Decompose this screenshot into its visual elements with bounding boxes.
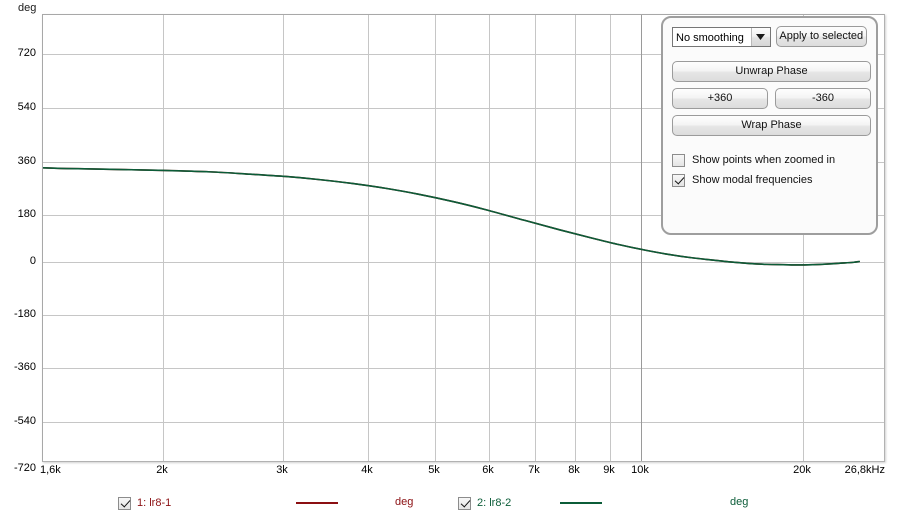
legend: 1: lr8-1 deg 2: lr8-2 deg <box>0 492 900 519</box>
phase-shift-row: +360 -360 <box>672 88 871 109</box>
y-tick-label: 180 <box>17 208 36 220</box>
chevron-down-icon[interactable] <box>750 27 770 46</box>
gridline-x-2k <box>163 15 164 461</box>
gridline-x-7k <box>535 15 536 461</box>
legend-series-label: 2: lr8-2 <box>477 497 512 509</box>
y-tick-label: 0 <box>29 255 36 267</box>
phase-controls-panel: No smoothing Apply to selected Unwrap Ph… <box>661 16 878 235</box>
gridline-x-5k <box>435 15 436 461</box>
gridline-y--540 <box>43 422 884 423</box>
plus-360-button[interactable]: +360 <box>672 88 768 109</box>
y-tick-label: 540 <box>17 101 36 113</box>
gridline-x-8k <box>575 15 576 461</box>
gridline-x-4k <box>368 15 369 461</box>
x-tick-label: 6k <box>482 464 494 476</box>
gridline-x-3k <box>283 15 284 461</box>
unwrap-phase-button[interactable]: Unwrap Phase <box>672 61 871 82</box>
x-tick-label: 3k <box>276 464 288 476</box>
x-tick-label: 9k <box>603 464 615 476</box>
legend-entry[interactable]: 2: lr8-2 <box>458 492 511 514</box>
x-tick-label: 20k <box>793 464 811 476</box>
wrap-phase-button[interactable]: Wrap Phase <box>672 115 871 136</box>
show-modal-frequencies-checkbox[interactable] <box>672 173 685 187</box>
gridline-y--180 <box>43 315 884 316</box>
x-tick-label: 8k <box>568 464 580 476</box>
legend-color-swatch <box>560 502 602 504</box>
y-tick-label: -360 <box>13 361 36 373</box>
y-tick-label: -540 <box>13 415 36 427</box>
minus-360-button[interactable]: -360 <box>775 88 871 109</box>
legend-visibility-checkbox[interactable] <box>458 496 471 510</box>
x-tick-label: 7k <box>528 464 540 476</box>
y-tick-label: -180 <box>13 308 36 320</box>
apply-to-selected-button[interactable]: Apply to selected <box>775 26 867 47</box>
legend-series-label: 1: lr8-1 <box>137 497 172 509</box>
phase-graph-window: deg 720 540 360 180 0 -180 -360 -540 -720 1,6k 2k… <box>0 0 900 519</box>
show-points-label: Show points when zoomed in <box>692 154 836 166</box>
smoothing-row: No smoothing Apply to selected <box>672 26 867 47</box>
legend-unit-label: deg <box>395 496 414 508</box>
show-points-checkbox[interactable] <box>672 153 685 167</box>
gridline-y--360 <box>43 368 884 369</box>
x-tick-label: 4k <box>361 464 373 476</box>
gridline-x-10k <box>641 15 642 461</box>
gridline-x-6k <box>489 15 490 461</box>
show-points-checkbox-row[interactable]: Show points when zoomed in <box>672 150 867 170</box>
y-tick-label: 360 <box>17 155 36 167</box>
legend-unit-label: deg <box>730 496 749 508</box>
legend-entry[interactable]: 1: lr8-1 <box>118 492 171 514</box>
x-tick-label: 1,6k <box>40 464 61 476</box>
smoothing-select-value: No smoothing <box>676 31 744 44</box>
x-tick-label: 2k <box>156 464 168 476</box>
x-axis: 1,6k 2k 3k 4k 5k 6k 7k 8k 9k 10k 20k 26,8kHz <box>0 464 900 484</box>
y-axis: 720 540 360 180 0 -180 -360 -540 -720 <box>0 0 42 519</box>
show-modal-frequencies-label: Show modal frequencies <box>692 174 813 186</box>
x-tick-label: 10k <box>631 464 649 476</box>
gridline-y-0 <box>43 262 884 263</box>
legend-color-swatch <box>296 502 338 504</box>
x-tick-label: 5k <box>428 464 440 476</box>
legend-visibility-checkbox[interactable] <box>118 496 131 510</box>
gridline-x-9k <box>610 15 611 461</box>
smoothing-select[interactable]: No smoothing <box>672 26 771 47</box>
x-tick-label: 26,8kHz <box>844 464 885 476</box>
show-modal-checkbox-row[interactable]: Show modal frequencies <box>672 170 867 190</box>
y-tick-label: 720 <box>17 47 36 59</box>
